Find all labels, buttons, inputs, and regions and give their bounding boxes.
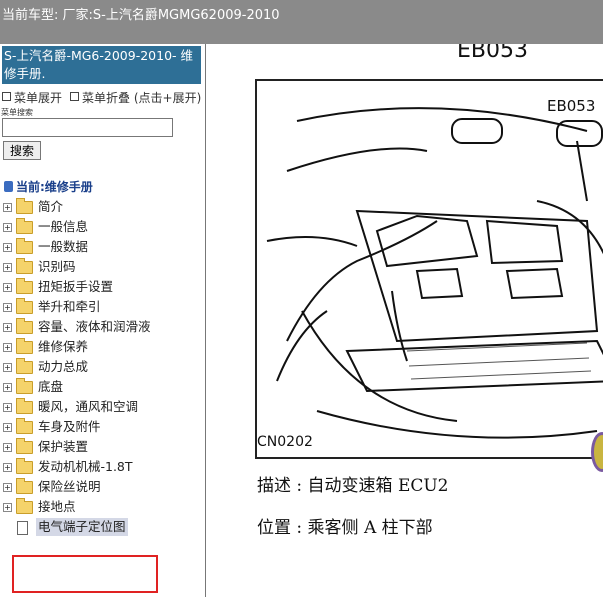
tree-item-label: 保险丝说明 bbox=[38, 479, 101, 494]
tree-item[interactable]: + 维修保养 bbox=[3, 338, 203, 358]
tree-item-label: 扭矩扳手设置 bbox=[38, 279, 114, 294]
expand-plus-icon[interactable]: + bbox=[3, 343, 12, 352]
tree-item[interactable]: + 举升和牵引 bbox=[3, 298, 203, 318]
tree-item-label: 保护装置 bbox=[38, 439, 89, 454]
folder-icon bbox=[16, 458, 33, 474]
window-titlebar: 当前车型: 厂家:S-上汽名爵MGMG62009-2010 bbox=[0, 0, 603, 44]
expand-plus-icon[interactable]: + bbox=[3, 463, 12, 472]
folder-icon bbox=[16, 278, 33, 294]
connector-callout-label: EB053 bbox=[547, 97, 596, 115]
folder-icon bbox=[16, 438, 33, 454]
folder-icon bbox=[16, 318, 33, 334]
tree-item-label: 一般数据 bbox=[38, 239, 89, 254]
tree-item-label: 发动机机械-1.8T bbox=[38, 459, 133, 474]
tree-item[interactable]: + 车身及附件 bbox=[3, 418, 203, 438]
expand-plus-icon[interactable]: + bbox=[3, 203, 12, 212]
folder-icon bbox=[16, 478, 33, 494]
menu-toggle-links: 菜单展开 菜单折叠 (点击+展开) bbox=[2, 89, 205, 106]
tree-item[interactable]: + 接地点 bbox=[3, 498, 203, 518]
search-label: 菜单搜索 bbox=[1, 108, 33, 117]
tree-item-label: 接地点 bbox=[38, 499, 76, 514]
highlight-box bbox=[12, 555, 158, 593]
folder-icon bbox=[16, 298, 33, 314]
expand-plus-icon[interactable]: + bbox=[3, 483, 12, 492]
tree-item-label: 动力总成 bbox=[38, 359, 89, 374]
tree-item-label: 简介 bbox=[38, 199, 64, 214]
expand-plus-icon[interactable]: + bbox=[3, 503, 12, 512]
folder-icon bbox=[16, 238, 33, 254]
expand-plus-icon[interactable]: + bbox=[3, 423, 12, 432]
tree-item-label: 暖风，通风和空调 bbox=[38, 399, 139, 414]
expand-plus-icon[interactable]: + bbox=[3, 243, 12, 252]
expand-plus-icon[interactable]: + bbox=[3, 443, 12, 452]
tree-item-label: 车身及附件 bbox=[38, 419, 101, 434]
tree-item[interactable]: + 简介 bbox=[3, 198, 203, 218]
expand-plus-icon[interactable]: + bbox=[3, 303, 12, 312]
folder-icon bbox=[16, 358, 33, 374]
search-button[interactable]: 搜索 bbox=[3, 141, 41, 160]
expand-plus-icon[interactable]: + bbox=[3, 403, 12, 412]
tree-item[interactable]: + 一般信息 bbox=[3, 218, 203, 238]
menu-expand-link[interactable]: 菜单展开 bbox=[14, 91, 62, 105]
search-input[interactable] bbox=[2, 118, 173, 137]
sidebar: S-上汽名爵-MG6-2009-2010- 维修手册. 菜单展开 菜单折叠 (点击… bbox=[0, 44, 206, 597]
expand-plus-icon[interactable]: + bbox=[3, 323, 12, 332]
expand-plus-icon[interactable]: + bbox=[3, 223, 12, 232]
description-text: 描述 : 自动变速箱 ECU2 bbox=[257, 476, 449, 496]
expand-plus-icon[interactable]: + bbox=[3, 263, 12, 272]
connector-code-heading: EB053 bbox=[457, 44, 528, 63]
expand-square-icon bbox=[2, 92, 11, 101]
folder-icon bbox=[16, 218, 33, 234]
tree-item[interactable]: + 保护装置 bbox=[3, 438, 203, 458]
tree-item-label: 容量、液体和润滑液 bbox=[38, 319, 151, 334]
tree-item[interactable]: + 发动机机械-1.8T bbox=[3, 458, 203, 478]
current-label: 当前:维修手册 bbox=[16, 180, 93, 194]
expand-plus-icon[interactable]: + bbox=[3, 283, 12, 292]
tree-item[interactable]: + 动力总成 bbox=[3, 358, 203, 378]
document-icon bbox=[17, 521, 28, 535]
tree-item[interactable]: + 底盘 bbox=[3, 378, 203, 398]
tree-item-label: 举升和牵引 bbox=[38, 299, 101, 314]
tree-item[interactable]: + 保险丝说明 bbox=[3, 478, 203, 498]
tree-item[interactable]: + 扭矩扳手设置 bbox=[3, 278, 203, 298]
figure-code-label: CN0202 bbox=[257, 434, 313, 450]
folder-icon bbox=[16, 418, 33, 434]
tree-item-label: 一般信息 bbox=[38, 219, 89, 234]
selected-item-label: 电气端子定位图 bbox=[36, 518, 128, 536]
tree-item-label: 底盘 bbox=[38, 379, 64, 394]
expand-plus-icon[interactable]: + bbox=[3, 363, 12, 372]
connector-diagram: EB053 CN0202 bbox=[255, 79, 603, 459]
manual-title: S-上汽名爵-MG6-2009-2010- 维修手册. bbox=[2, 46, 201, 84]
folder-icon bbox=[16, 338, 33, 354]
manual-tree: + 简介 + 一般信息 + 一般数据 + 识别码 + 扭矩扳手设置 + 举升和牵引 + 容量、液体和润滑液… bbox=[3, 198, 203, 538]
expand-plus-icon[interactable]: + bbox=[3, 383, 12, 392]
collapse-square-icon bbox=[70, 92, 80, 101]
content-pane: EB053 EB053 CN0202 描述: 自动变速箱 ECU2 位置: … bbox=[207, 44, 603, 597]
tree-item[interactable]: + 识别码 bbox=[3, 258, 203, 278]
folder-icon bbox=[16, 398, 33, 414]
current-location: 当前:维修手册 bbox=[4, 178, 93, 195]
folder-icon bbox=[16, 258, 33, 274]
book-icon bbox=[4, 181, 13, 192]
folder-icon bbox=[16, 378, 33, 394]
tree-item[interactable]: + 容量、液体和润滑液 bbox=[3, 318, 203, 338]
connector-drawing bbox=[266, 107, 603, 439]
location-text: 位置 : 乘客侧 A 柱下部 bbox=[257, 518, 433, 538]
tree-item[interactable]: + 暖风，通风和空调 bbox=[3, 398, 203, 418]
folder-icon bbox=[16, 198, 33, 214]
tree-item[interactable]: + 一般数据 bbox=[3, 238, 203, 258]
menu-collapse-link[interactable]: 菜单折叠 (点击+展开) bbox=[82, 91, 201, 105]
folder-icon bbox=[16, 498, 33, 514]
tree-item-label: 识别码 bbox=[38, 259, 76, 274]
titlebar-text: 当前车型: 厂家:S-上汽名爵MGMG62009-2010 bbox=[2, 8, 280, 23]
tree-item-label: 维修保养 bbox=[38, 339, 89, 354]
tree-item-selected[interactable]: 电气端子定位图 bbox=[3, 518, 203, 538]
